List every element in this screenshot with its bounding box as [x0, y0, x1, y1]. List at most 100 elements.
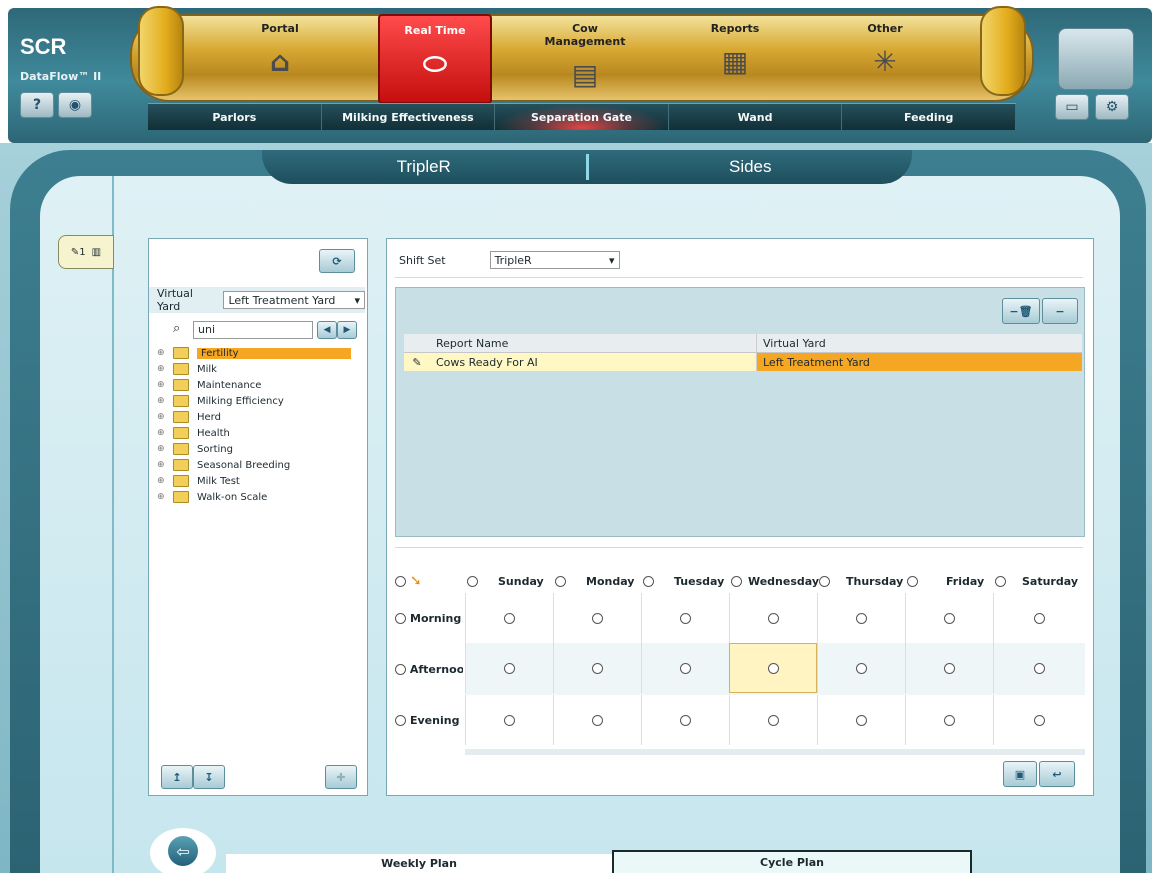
schedule-cell[interactable]: [993, 593, 1085, 643]
select-all-toggle[interactable]: ➘: [395, 569, 465, 593]
day-header-wednesday[interactable]: Wednesday: [731, 569, 819, 593]
undo-icon: ↩: [1052, 767, 1062, 781]
tree-item-fertility[interactable]: ⊕ Fertility: [157, 345, 357, 361]
radio-icon: [395, 575, 406, 587]
tree-toolbar: ↥ ↧ ✚: [155, 763, 363, 789]
chevron-down-icon: ▾: [354, 293, 360, 307]
tab-cow-management[interactable]: Cow Management ▤: [530, 14, 640, 100]
tab-reports[interactable]: Reports ▦: [680, 14, 790, 100]
schedule-cell[interactable]: [729, 695, 817, 745]
radio-icon: [395, 714, 406, 726]
tree-item-health[interactable]: ⊕ Health: [157, 425, 357, 441]
day-header-thursday[interactable]: Thursday: [819, 569, 907, 593]
schedule-cell[interactable]: [641, 695, 729, 745]
tab-cycle-plan[interactable]: Cycle Plan: [612, 850, 972, 873]
exit-icon: ⇦: [168, 836, 198, 866]
schedule-cell[interactable]: [641, 593, 729, 643]
user-button[interactable]: [1058, 28, 1134, 90]
subnav-separation-gate[interactable]: Separation Gate: [495, 104, 669, 130]
tab-real-time[interactable]: Real Time ⬭: [378, 14, 492, 104]
globe-button[interactable]: ◉: [58, 92, 92, 118]
next-match-button[interactable]: ▶: [337, 321, 357, 339]
subnav-wand[interactable]: Wand: [669, 104, 843, 130]
subnav-feeding[interactable]: Feeding: [842, 104, 1016, 130]
tree-item-walk-on-scale[interactable]: ⊕ Walk-on Scale: [157, 489, 357, 505]
shift-label: Afternoon: [409, 662, 463, 676]
shift-row-evening[interactable]: Evening: [395, 695, 463, 745]
parlor-icon: ▥: [91, 246, 102, 258]
schedule-cell[interactable]: [729, 593, 817, 643]
gear-icon: ⚙: [1105, 99, 1119, 115]
schedule-cell[interactable]: [905, 593, 993, 643]
schedule-cell[interactable]: [905, 643, 993, 693]
schedule-cell[interactable]: [465, 593, 553, 643]
tab-cow-management-label: Cow Management: [544, 22, 626, 48]
side-tab[interactable]: ✎ 1 ▥: [58, 235, 114, 269]
tab-weekly-plan[interactable]: Weekly Plan: [226, 854, 612, 873]
tree-item-sorting[interactable]: ⊕ Sorting: [157, 441, 357, 457]
schedule-cell[interactable]: [465, 643, 553, 693]
schedule-scrollbar[interactable]: [465, 749, 1085, 755]
tree-item-milking-efficiency[interactable]: ⊕ Milking Efficiency: [157, 393, 357, 409]
schedule-cell[interactable]: [993, 695, 1085, 745]
table-row[interactable]: ✎ Cows Ready For AI Left Treatment Yard: [404, 353, 1082, 371]
subnav-milking-effectiveness[interactable]: Milking Effectiveness: [322, 104, 496, 130]
shift-row-afternoon[interactable]: Afternoon: [395, 643, 463, 695]
radio-icon: [944, 714, 955, 726]
day-header-friday[interactable]: Friday: [907, 569, 995, 593]
report-tree-panel: ⟳ Virtual Yard Left Treatment Yard ▾ ⌕ u…: [148, 238, 368, 796]
tree-item-milk[interactable]: ⊕ Milk: [157, 361, 357, 377]
column-header-virtual-yard[interactable]: Virtual Yard: [756, 334, 1082, 352]
tree-item-herd[interactable]: ⊕ Herd: [157, 409, 357, 425]
tab-sides[interactable]: Sides: [589, 150, 913, 184]
refresh-button[interactable]: ⟳: [319, 249, 355, 273]
collapse-all-button[interactable]: ↧: [193, 765, 225, 789]
schedule-cell[interactable]: [817, 643, 905, 693]
cell-virtual-yard: Left Treatment Yard: [756, 353, 1082, 371]
previous-match-button[interactable]: ◀: [317, 321, 337, 339]
remove-button[interactable]: −: [1042, 298, 1078, 324]
schedule-cell[interactable]: [553, 593, 641, 643]
shift-label: Morning: [410, 611, 462, 625]
undo-button[interactable]: ↩: [1039, 761, 1075, 787]
schedule-cell[interactable]: [993, 643, 1085, 693]
save-button[interactable]: ▣: [1003, 761, 1037, 787]
schedule-cell-selected[interactable]: [729, 643, 817, 693]
column-header-report-name[interactable]: Report Name: [430, 334, 756, 352]
schedule-cell[interactable]: [553, 643, 641, 693]
day-header-tuesday[interactable]: Tuesday: [643, 569, 731, 593]
subnav-parlors[interactable]: Parlors: [148, 104, 322, 130]
virtual-yard-select[interactable]: Left Treatment Yard ▾: [223, 291, 365, 309]
add-button[interactable]: ✚: [325, 765, 357, 789]
day-header-sunday[interactable]: Sunday: [467, 569, 555, 593]
shift-set-select[interactable]: TripleR ▾: [489, 251, 620, 269]
tree-item-milk-test[interactable]: ⊕ Milk Test: [157, 473, 357, 489]
divider: [395, 277, 1083, 278]
search-input[interactable]: uni: [193, 321, 313, 339]
tab-other[interactable]: Other ✳: [830, 14, 940, 100]
day-header-saturday[interactable]: Saturday: [995, 569, 1085, 593]
schedule-cell[interactable]: [465, 695, 553, 745]
help-button[interactable]: ?: [20, 92, 54, 118]
expand-icon: ⊕: [157, 364, 165, 374]
expand-all-button[interactable]: ↥: [161, 765, 193, 789]
schedule-cell[interactable]: [641, 643, 729, 693]
schedule-cell[interactable]: [817, 593, 905, 643]
schedule-cell[interactable]: [905, 695, 993, 745]
tab-portal[interactable]: Portal ⌂: [225, 14, 335, 100]
tree-item-maintenance[interactable]: ⊕ Maintenance: [157, 377, 357, 393]
settings-button[interactable]: ⚙: [1095, 94, 1129, 120]
schedule-cell[interactable]: [817, 695, 905, 745]
exit-button[interactable]: ⇦: [150, 828, 216, 878]
day-header-monday[interactable]: Monday: [555, 569, 643, 593]
save-icon: ▣: [1014, 767, 1026, 781]
monitor-button[interactable]: ▭: [1055, 94, 1089, 120]
day-label: Friday: [946, 574, 985, 588]
side-divider: [112, 176, 114, 873]
radio-icon: [395, 612, 406, 624]
shift-row-morning[interactable]: Morning: [395, 593, 463, 643]
tree-item-seasonal-breeding[interactable]: ⊕ Seasonal Breeding: [157, 457, 357, 473]
tab-tripler[interactable]: TripleR: [262, 150, 586, 184]
delete-button[interactable]: −🗑: [1002, 298, 1040, 324]
schedule-cell[interactable]: [553, 695, 641, 745]
